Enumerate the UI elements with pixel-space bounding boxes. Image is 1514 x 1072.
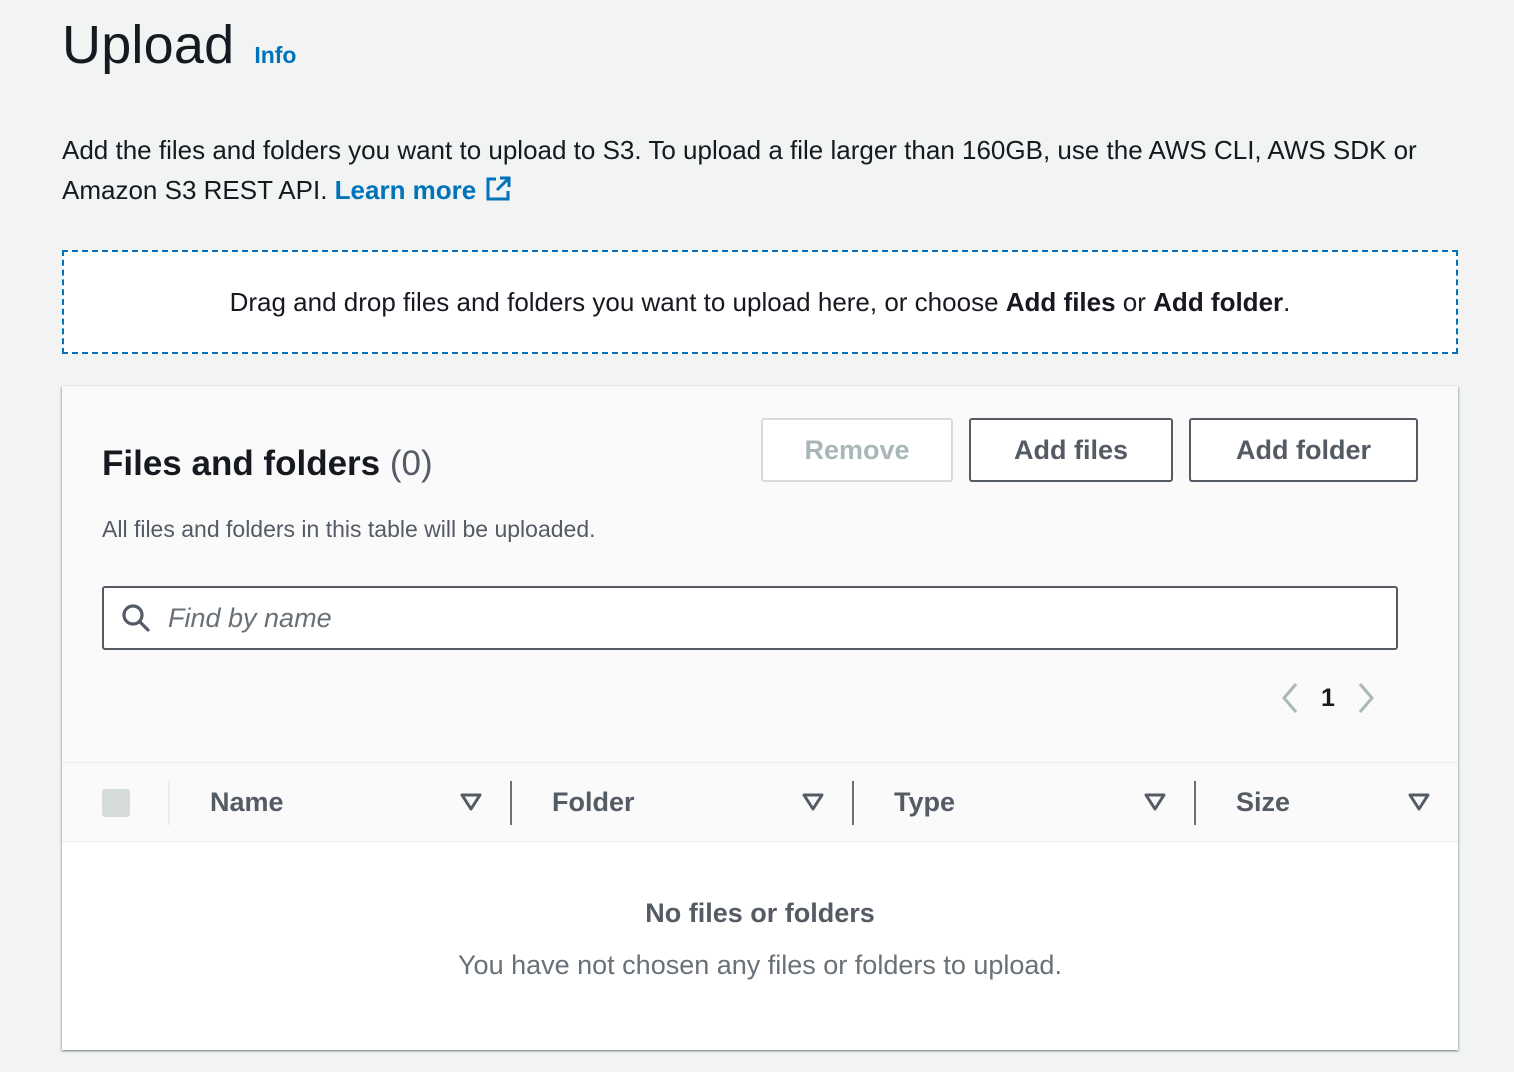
files-and-folders-panel: Files and folders (0) Remove Add files A…	[62, 386, 1458, 1050]
empty-state-description: You have not chosen any files or folders…	[458, 950, 1062, 980]
learn-more-link[interactable]: Learn more	[335, 175, 513, 205]
panel-title-text: Files and folders	[102, 444, 381, 483]
panel-count: (0)	[389, 444, 433, 483]
column-divider	[168, 781, 170, 825]
external-link-icon	[484, 174, 512, 214]
remove-button[interactable]: Remove	[761, 418, 953, 482]
page-header: Upload Info	[62, 14, 296, 76]
description-text: Add the files and folders you want to up…	[62, 135, 1417, 205]
table-body: No files or folders You have not chosen …	[62, 842, 1458, 1050]
empty-state-title: No files or folders	[645, 898, 875, 928]
search-box	[102, 586, 1398, 650]
column-header-size[interactable]: Size	[1236, 763, 1430, 841]
column-divider[interactable]	[510, 781, 512, 825]
select-all-checkbox[interactable]	[102, 789, 130, 817]
table-header: Name Folder Type Size	[62, 762, 1458, 842]
chevron-right-icon[interactable]	[1348, 678, 1384, 718]
dropzone-add-folder: Add folder	[1153, 286, 1284, 317]
column-divider[interactable]	[1194, 781, 1196, 825]
column-label-size: Size	[1236, 786, 1291, 817]
column-label-type: Type	[894, 786, 956, 817]
sort-down-icon	[1408, 793, 1430, 811]
upload-page: Upload Info Add the files and folders yo…	[0, 0, 1514, 1072]
column-header-type[interactable]: Type	[894, 763, 1166, 841]
dropzone-or: or	[1122, 286, 1146, 317]
learn-more-label: Learn more	[334, 175, 477, 205]
column-header-name[interactable]: Name	[210, 763, 482, 841]
column-label-folder: Folder	[552, 786, 635, 817]
search-icon	[120, 602, 152, 634]
add-folder-button[interactable]: Add folder	[1189, 418, 1418, 482]
sort-down-icon	[460, 793, 482, 811]
info-link[interactable]: Info	[254, 42, 296, 69]
column-divider[interactable]	[852, 781, 854, 825]
pagination: 1	[1272, 678, 1384, 718]
page-title: Upload	[62, 15, 235, 75]
dropzone-prefix: Drag and drop files and folders you want…	[229, 286, 999, 317]
chevron-left-icon[interactable]	[1272, 678, 1308, 718]
add-files-button[interactable]: Add files	[969, 418, 1173, 482]
panel-title: Files and folders (0)	[102, 444, 433, 484]
dropzone-text: Drag and drop files and folders you want…	[230, 287, 1291, 318]
dropzone-suffix: .	[1283, 286, 1291, 317]
page-description: Add the files and folders you want to up…	[62, 130, 1462, 214]
search-input[interactable]	[168, 593, 1368, 643]
upload-dropzone[interactable]: Drag and drop files and folders you want…	[62, 250, 1458, 354]
panel-description: All files and folders in this table will…	[102, 516, 596, 542]
pagination-page-current[interactable]: 1	[1308, 684, 1348, 713]
column-header-folder[interactable]: Folder	[552, 763, 824, 841]
dropzone-add-files: Add files	[1005, 286, 1116, 317]
sort-down-icon	[1144, 793, 1166, 811]
column-label-name: Name	[210, 786, 284, 817]
sort-down-icon	[802, 793, 824, 811]
